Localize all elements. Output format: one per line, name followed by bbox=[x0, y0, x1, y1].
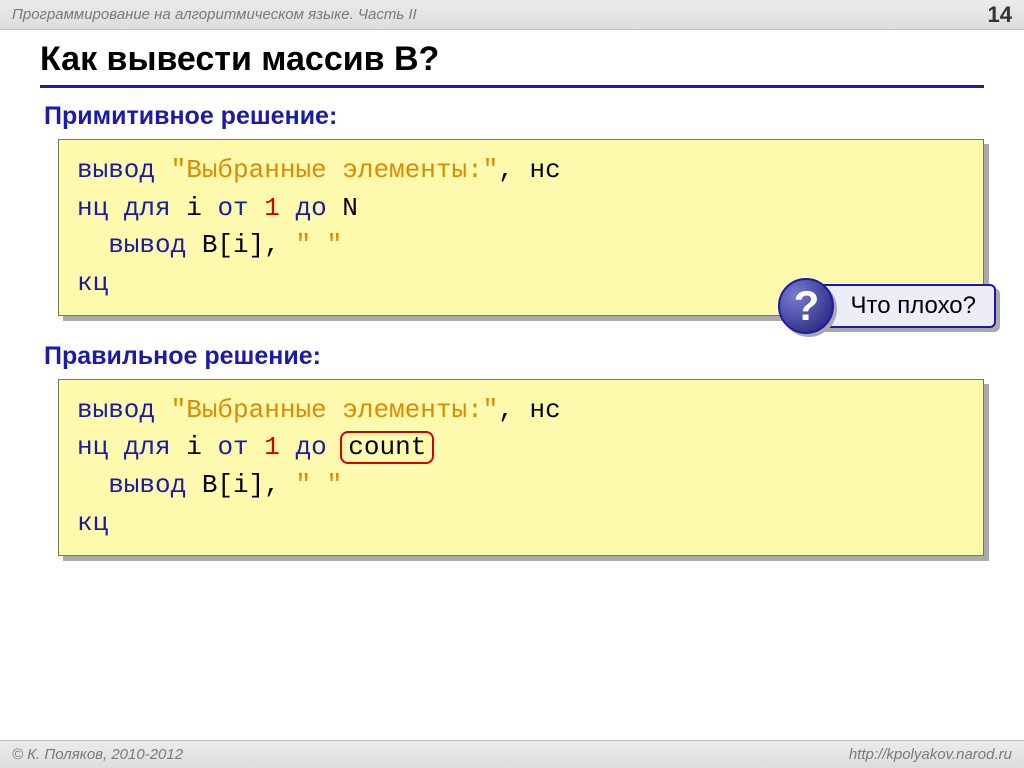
var: i bbox=[186, 193, 217, 223]
slide-header: Программирование на алгоритмическом язык… bbox=[0, 0, 1024, 30]
txt: B[i], bbox=[202, 470, 296, 500]
slide-content: Как вывести массив B? Примитивное решени… bbox=[0, 30, 1024, 556]
txt: , нс bbox=[498, 395, 560, 425]
kw: вывод bbox=[77, 230, 202, 260]
kw: от bbox=[217, 432, 264, 462]
code-block-1-wrap: вывод "Выбранные элементы:", нс нц для i… bbox=[58, 139, 984, 316]
kw: от bbox=[217, 193, 264, 223]
subject-text: Программирование на алгоритмическом язык… bbox=[12, 6, 417, 23]
txt: , нс bbox=[498, 155, 560, 185]
str: " " bbox=[295, 470, 342, 500]
copyright: © К. Поляков, 2010-2012 bbox=[12, 746, 183, 763]
kw: вывод bbox=[77, 155, 171, 185]
var: i bbox=[186, 432, 217, 462]
page-number: 14 bbox=[988, 2, 1012, 28]
kw: кц bbox=[77, 508, 108, 538]
var: count bbox=[348, 432, 426, 462]
section2-label: Правильное решение: bbox=[44, 342, 984, 371]
txt: B[i], bbox=[202, 230, 296, 260]
kw: вывод bbox=[77, 395, 171, 425]
var: N bbox=[342, 193, 358, 223]
highlight-count: count bbox=[340, 431, 434, 464]
footer-url: http://kpolyakov.narod.ru bbox=[849, 746, 1012, 763]
kw: нц для bbox=[77, 432, 186, 462]
kw: до bbox=[280, 193, 342, 223]
kw: нц для bbox=[77, 193, 186, 223]
num: 1 bbox=[264, 193, 280, 223]
code-block-2: вывод "Выбранные элементы:", нс нц для i… bbox=[58, 379, 984, 556]
question-symbol: ? bbox=[794, 282, 820, 330]
question-icon: ? bbox=[778, 278, 834, 334]
kw: до bbox=[280, 432, 342, 462]
str: "Выбранные элементы:" bbox=[171, 395, 499, 425]
str: "Выбранные элементы:" bbox=[171, 155, 499, 185]
slide-title: Как вывести массив B? bbox=[40, 40, 984, 88]
num: 1 bbox=[264, 432, 280, 462]
section1-label: Примитивное решение: bbox=[44, 102, 984, 131]
code-block-2-wrap: вывод "Выбранные элементы:", нс нц для i… bbox=[58, 379, 984, 556]
str: " " bbox=[295, 230, 342, 260]
kw: кц bbox=[77, 268, 108, 298]
kw: вывод bbox=[77, 470, 202, 500]
callout: ? Что плохо? bbox=[778, 278, 996, 334]
slide-footer: © К. Поляков, 2010-2012 http://kpolyakov… bbox=[0, 740, 1024, 768]
